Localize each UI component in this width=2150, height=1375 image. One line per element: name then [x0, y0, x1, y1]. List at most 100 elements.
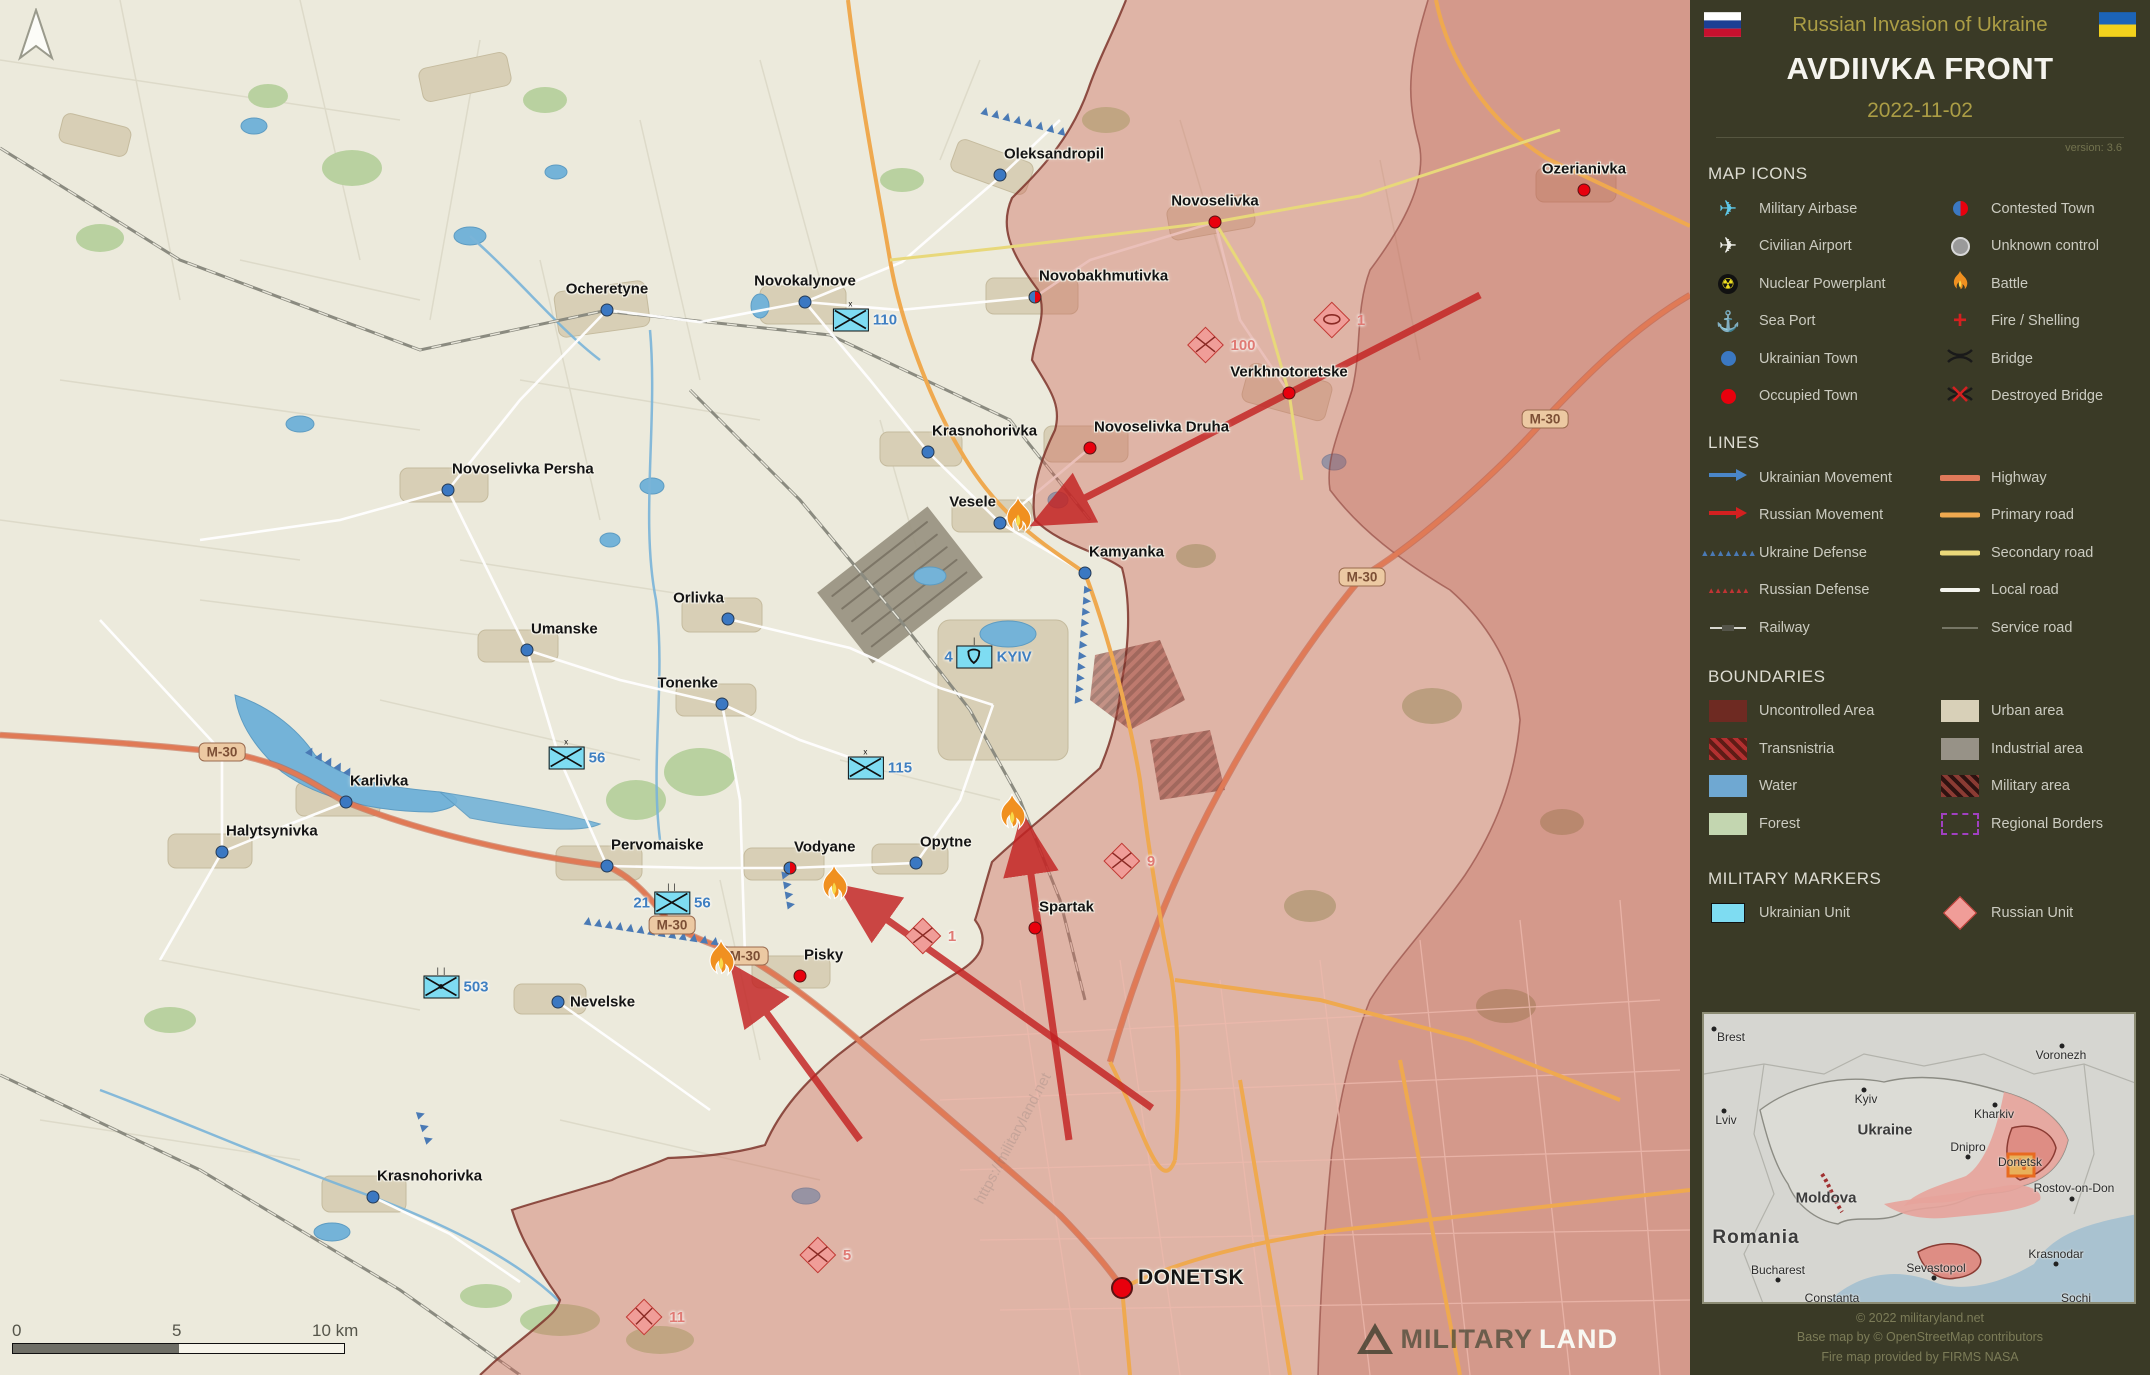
unit-prefix: 4	[944, 649, 952, 666]
legend-label: Military area	[1991, 778, 2070, 794]
town-label: Opytne	[920, 834, 972, 851]
section-lines: LINES	[1708, 433, 2150, 453]
town-dot-ua	[442, 484, 455, 497]
unit-symbol-diamond	[1187, 327, 1224, 364]
unit-number: 56	[694, 895, 711, 912]
minimap-label-kyiv: Kyiv	[1855, 1092, 1878, 1106]
russian-unit-marker: 11	[631, 1304, 685, 1330]
unit-number: 5	[843, 1247, 851, 1264]
town-marker	[784, 862, 797, 875]
militaryland-watermark: MILITARYLAND	[1355, 1321, 1618, 1357]
railway-icon	[1708, 619, 1748, 637]
town-marker	[1209, 216, 1222, 229]
scale-bar: 0 5 10 km	[12, 1343, 345, 1354]
russian-defense-icon: ▲▲▲▲▲▲	[1707, 586, 1749, 595]
legend-row-sea-port: ⚓ Sea Port	[1708, 303, 1940, 341]
town-marker	[922, 446, 935, 459]
town-marker	[994, 169, 1007, 182]
legend-row-contested-town: Contested Town	[1940, 190, 2150, 228]
town-marker	[1084, 442, 1097, 455]
unit-echelon: x	[863, 748, 868, 757]
town-dot-ua	[910, 857, 923, 870]
unit-symbol-diamond	[1103, 843, 1140, 880]
legend-row-unknown-control: Unknown control	[1940, 228, 2150, 266]
legend-label: Local road	[1991, 582, 2059, 598]
town-label: Vesele	[949, 494, 996, 511]
legend-row-military-area: Military area	[1940, 768, 2150, 806]
legend-label: Railway	[1759, 620, 1810, 636]
road-shield-m30: M-30	[649, 916, 696, 935]
town-marker	[442, 484, 455, 497]
town-label: Ocheretyne	[566, 281, 649, 298]
unit-number: 115	[888, 760, 912, 777]
legend-label: Russian Unit	[1991, 905, 2073, 921]
battle-fire-icon	[704, 940, 738, 983]
unit-echelon: x	[564, 738, 569, 747]
russian-unit-marker: 9	[1109, 848, 1155, 874]
town-label: Spartak	[1039, 899, 1094, 916]
sea-port-icon: ⚓	[1716, 309, 1741, 334]
map-credits: © 2022 militaryland.net Base map by © Op…	[1690, 1309, 2150, 1367]
town-label: Karlivka	[350, 773, 408, 790]
ukraine-flag-icon	[2099, 12, 2136, 37]
legend-row-primary-road: Primary road	[1940, 497, 2150, 535]
minimap-label-rostov-on-don: Rostov-on-Don	[2034, 1181, 2115, 1195]
town-dot-ua	[552, 996, 565, 1009]
map-canvas[interactable]: 0 5 10 km MILITARYLAND https://militaryl…	[0, 0, 1690, 1375]
legend-label: Occupied Town	[1759, 388, 1858, 404]
regional-borders-swatch	[1941, 813, 1979, 835]
legend-label: Primary road	[1991, 507, 2074, 523]
legend-label: Regional Borders	[1991, 816, 2103, 832]
legend-label: Sea Port	[1759, 313, 1815, 329]
town-marker	[521, 644, 534, 657]
legend-row-railway: Railway	[1708, 609, 1940, 647]
unit-number: 100	[1230, 337, 1255, 354]
town-label: Novoselivka	[1171, 193, 1259, 210]
legend-row-fire-shelling: +Fire / Shelling	[1940, 303, 2150, 341]
scale-0: 0	[12, 1321, 21, 1341]
legend-row-uncontrolled: Uncontrolled Area	[1708, 693, 1940, 731]
minimap-label-krasnodar: Krasnodar	[2028, 1247, 2083, 1261]
legend-row-ru-movement: Russian Movement	[1708, 497, 1940, 535]
unit-echelon: x	[848, 300, 853, 309]
legend-label: Ukrainian Unit	[1759, 905, 1850, 921]
nuclear-powerplant-icon: ☢	[1718, 274, 1738, 294]
civilian-airport-icon: ✈	[1719, 235, 1737, 257]
legend-label: Water	[1759, 778, 1797, 794]
minimap-city-dot	[2054, 1262, 2059, 1267]
north-arrow-icon	[14, 8, 58, 66]
overview-minimap[interactable]: BrestVoronezhKyivLvivKharkivUkraineDnipr…	[1702, 1012, 2136, 1304]
town-label: Orlivka	[673, 590, 724, 607]
front-title: AVDIIVKA FRONT	[1704, 51, 2136, 87]
legend-row-ukrainian-town: Ukrainian Town	[1708, 340, 1940, 378]
road-shield-m30: M-30	[1522, 410, 1569, 429]
legend-label: Highway	[1991, 470, 2047, 486]
legend-label: Russian Movement	[1759, 507, 1883, 523]
legend-row-urban: Urban area	[1940, 693, 2150, 731]
town-dot-ua	[922, 446, 935, 459]
legend-label: Service road	[1991, 620, 2072, 636]
legend-label: Industrial area	[1991, 741, 2083, 757]
unit-number: 9	[1147, 853, 1155, 870]
town-dot-contested	[1029, 291, 1042, 304]
minimap-label-voronezh: Voronezh	[2036, 1048, 2087, 1062]
town-label: Pervomaiske	[611, 837, 704, 854]
secondary-road-icon	[1940, 544, 1980, 562]
minimap-city-dot	[1776, 1278, 1781, 1283]
town-label: Novobakhmutivka	[1039, 268, 1168, 285]
fire-shelling-icon: +	[1953, 309, 1967, 333]
town-dot-ru	[1283, 387, 1296, 400]
unit-number: 503	[463, 979, 488, 996]
legend-label: Civilian Airport	[1759, 238, 1852, 254]
industrial-area-swatch	[1941, 738, 1979, 760]
city-label: DONETSK	[1138, 1266, 1244, 1290]
russia-flag-icon	[1704, 12, 1741, 37]
minimap-city-dot	[1712, 1027, 1717, 1032]
minimap-city-dot	[1932, 1276, 1937, 1281]
russian-unit-marker: 5	[805, 1242, 851, 1268]
service-road-icon	[1940, 619, 1980, 637]
legend-row-destroyed-bridge: Destroyed Bridge	[1940, 378, 2150, 416]
occupied-town-icon	[1721, 389, 1736, 404]
minimap-label-bucharest: Bucharest	[1751, 1263, 1805, 1277]
lines-legend: Ukrainian MovementHighwayRussian Movemen…	[1708, 459, 2150, 647]
